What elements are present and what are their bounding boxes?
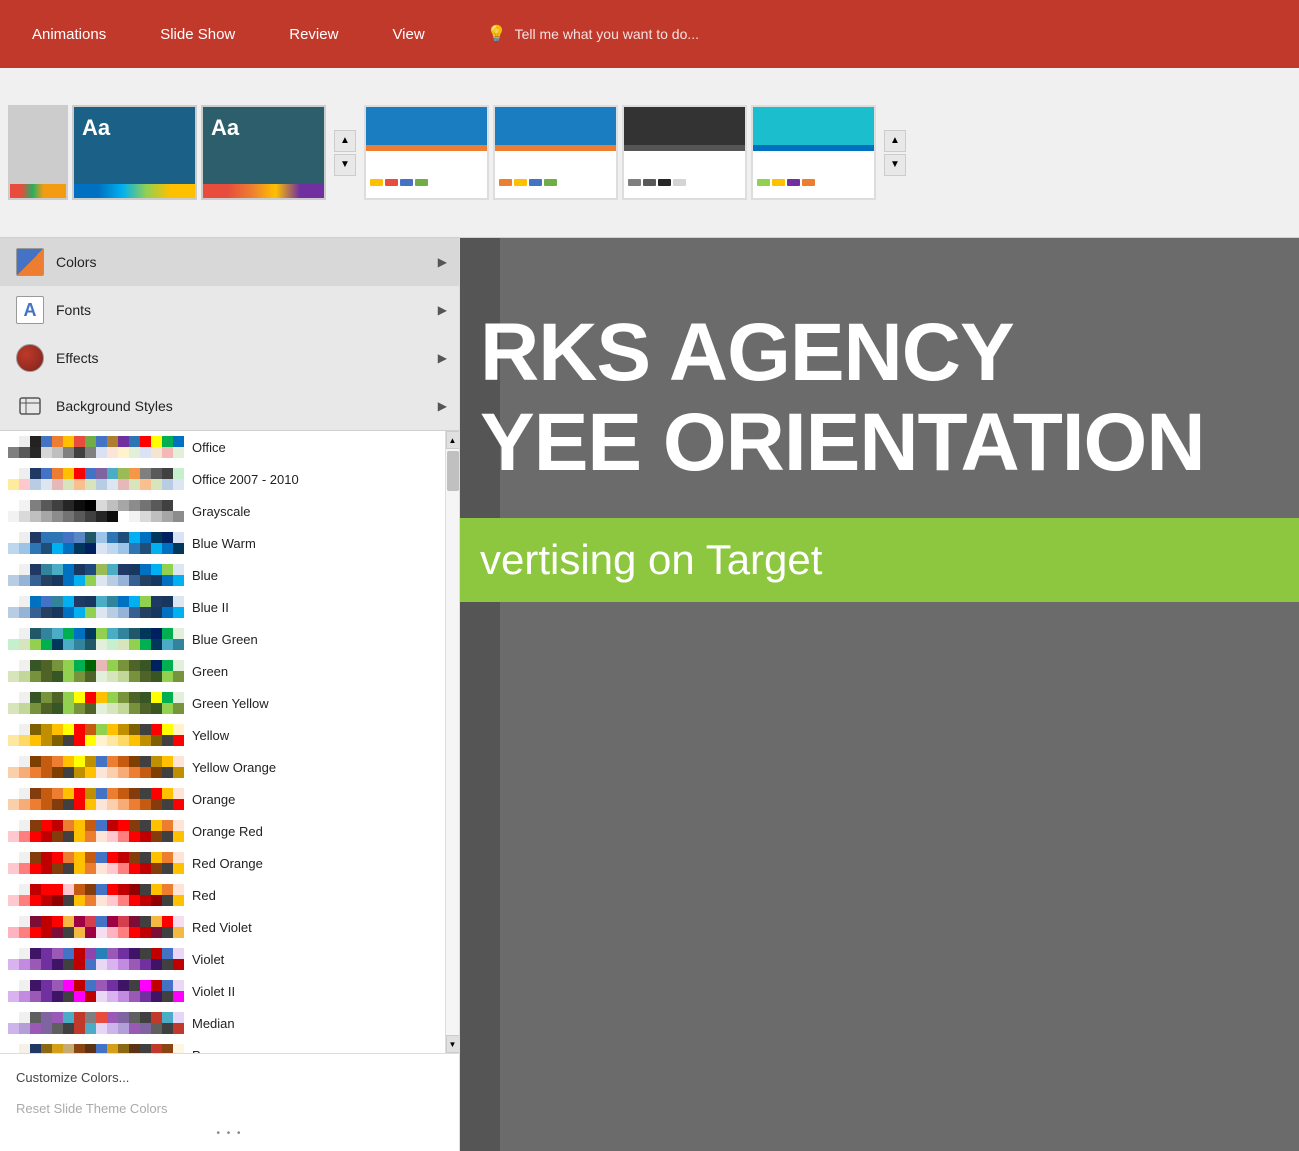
theme-list-item-name: Yellow Orange	[192, 760, 437, 775]
theme-list-item-name: Office 2007 - 2010	[192, 472, 437, 487]
tab-animations[interactable]: Animations	[20, 18, 118, 51]
slide-content: RKS AGENCY YEE ORIENTATION vertising on …	[460, 278, 1299, 1151]
theme-list-item[interactable]: Yellow	[0, 719, 445, 751]
theme-list-item-name: Blue II	[192, 600, 437, 615]
colors-label: Colors	[56, 254, 96, 270]
slide-green-bar: vertising on Target	[460, 518, 1299, 602]
tab-slideshow[interactable]: Slide Show	[148, 18, 247, 51]
theme-list-item[interactable]: Violet II	[0, 975, 445, 1007]
theme-list-item[interactable]: Blue Warm	[0, 527, 445, 559]
list-scroll-up-btn[interactable]: ▲	[446, 431, 460, 449]
effects-arrow-icon: ▶	[438, 351, 447, 365]
fonts-arrow-icon: ▶	[438, 303, 447, 317]
bottom-options: Customize Colors... Reset Slide Theme Co…	[0, 1053, 459, 1151]
list-scroll-down-btn[interactable]: ▼	[446, 1035, 460, 1053]
theme-thumb-blue-orange[interactable]	[493, 105, 618, 200]
slide-preview: RKS AGENCY YEE ORIENTATION vertising on …	[460, 238, 1299, 1151]
menu-item-fonts[interactable]: A Fonts ▶	[0, 286, 459, 334]
theme-list-item[interactable]: Yellow Orange	[0, 751, 445, 783]
theme-thumb-teal-pattern[interactable]: Aa	[201, 105, 326, 200]
theme-scroll-down[interactable]: ▼	[334, 154, 356, 176]
theme-list-item[interactable]: Grayscale	[0, 495, 445, 527]
theme-right-scroll-up[interactable]: ▲	[884, 130, 906, 152]
theme-list-item[interactable]: Green	[0, 655, 445, 687]
theme-thumb-blue-white[interactable]	[364, 105, 489, 200]
theme-thumb-partial[interactable]	[8, 105, 68, 200]
main-area: Colors ▶ A Fonts ▶ Effects ▶	[0, 238, 1299, 1151]
background-label: Background Styles	[56, 398, 173, 414]
ribbon-search-label: Tell me what you want to do...	[515, 26, 699, 42]
theme-colors-list: Office Office 2007 - 2010 Grayscale Blue Wa…	[0, 431, 445, 1053]
themes-row: Aa Aa ▲ ▼	[0, 68, 1299, 238]
theme-list-with-scroll: Office Office 2007 - 2010 Grayscale Blue Wa…	[0, 431, 459, 1053]
effects-label: Effects	[56, 350, 99, 366]
theme-list-item-name: Green	[192, 664, 437, 679]
effects-icon	[16, 344, 44, 372]
menu-item-effects[interactable]: Effects ▶	[0, 334, 459, 382]
colors-arrow-icon: ▶	[438, 255, 447, 269]
scroll-track	[446, 449, 459, 1035]
theme-list-item[interactable]: Blue Green	[0, 623, 445, 655]
fonts-icon: A	[16, 296, 44, 324]
theme-list-item[interactable]: Red	[0, 879, 445, 911]
menu-item-background[interactable]: Background Styles ▶	[0, 382, 459, 430]
slide-headline-line1: RKS AGENCY	[480, 308, 1299, 398]
theme-list-item-name: Yellow	[192, 728, 437, 743]
theme-list-item-name: Blue Warm	[192, 536, 437, 551]
search-icon: 💡	[487, 24, 507, 44]
theme-list-item-name: Orange Red	[192, 824, 437, 839]
reset-colors-option: Reset Slide Theme Colors	[0, 1093, 459, 1124]
dropdown-panel: Colors ▶ A Fonts ▶ Effects ▶	[0, 238, 460, 1151]
theme-list-item-name: Blue	[192, 568, 437, 583]
scroll-thumb[interactable]	[447, 451, 459, 491]
theme-list-item[interactable]: Blue II	[0, 591, 445, 623]
ribbon-search-area: 💡 Tell me what you want to do...	[487, 24, 699, 44]
theme-list-item[interactable]: Office 2007 - 2010	[0, 463, 445, 495]
theme-list-item-name: Blue Green	[192, 632, 437, 647]
theme-right-scroll-expand[interactable]: ▼	[884, 154, 906, 176]
colors-icon	[16, 248, 44, 276]
theme-scroll-right-arrows: ▲ ▼	[884, 130, 906, 176]
slide-headline-line2: YEE ORIENTATION	[480, 398, 1299, 488]
resize-dots: • • •	[0, 1124, 459, 1143]
theme-list-item[interactable]: Green Yellow	[0, 687, 445, 719]
theme-list-item-name: Green Yellow	[192, 696, 437, 711]
theme-list-item-name: Violet	[192, 952, 437, 967]
ribbon-bar: Animations Slide Show Review View 💡 Tell…	[0, 0, 1299, 68]
theme-list-item-name: Red Violet	[192, 920, 437, 935]
theme-list-item[interactable]: Blue	[0, 559, 445, 591]
theme-thumb-dark[interactable]	[622, 105, 747, 200]
themes-scrollbar: ▲ ▼	[445, 431, 459, 1053]
theme-list-item-name: Grayscale	[192, 504, 437, 519]
theme-list-item[interactable]: Red Orange	[0, 847, 445, 879]
slide-headline: RKS AGENCY YEE ORIENTATION	[460, 278, 1299, 508]
theme-list-item[interactable]: Median	[0, 1007, 445, 1039]
theme-list-item[interactable]: Office	[0, 431, 445, 463]
bg-styles-icon	[16, 392, 44, 420]
theme-list-item[interactable]: Paper	[0, 1039, 445, 1053]
theme-list-item[interactable]: Red Violet	[0, 911, 445, 943]
theme-list-item-name: Median	[192, 1016, 437, 1031]
theme-scroll-arrows: ▲ ▼	[334, 130, 356, 176]
theme-list-item-name: Red Orange	[192, 856, 437, 871]
theme-thumb-blue-pattern[interactable]: Aa	[72, 105, 197, 200]
customize-colors-option[interactable]: Customize Colors...	[0, 1062, 459, 1093]
menu-item-colors[interactable]: Colors ▶	[0, 238, 459, 286]
background-arrow-icon: ▶	[438, 399, 447, 413]
theme-list-item-name: Violet II	[192, 984, 437, 999]
colors-submenu: Colors ▶ A Fonts ▶ Effects ▶	[0, 238, 459, 431]
tab-review[interactable]: Review	[277, 18, 350, 51]
theme-list-item-name: Orange	[192, 792, 437, 807]
theme-list-item-name: Office	[192, 440, 437, 455]
theme-list-item[interactable]: Orange Red	[0, 815, 445, 847]
theme-list-container: Office Office 2007 - 2010 Grayscale Blue Wa…	[0, 431, 459, 1053]
fonts-label: Fonts	[56, 302, 91, 318]
theme-list-item[interactable]: Orange	[0, 783, 445, 815]
theme-list-item[interactable]: Violet	[0, 943, 445, 975]
tab-view[interactable]: View	[380, 18, 436, 51]
theme-thumb-teal-cyan[interactable]	[751, 105, 876, 200]
theme-scroll-up[interactable]: ▲	[334, 130, 356, 152]
theme-list-item-name: Red	[192, 888, 437, 903]
